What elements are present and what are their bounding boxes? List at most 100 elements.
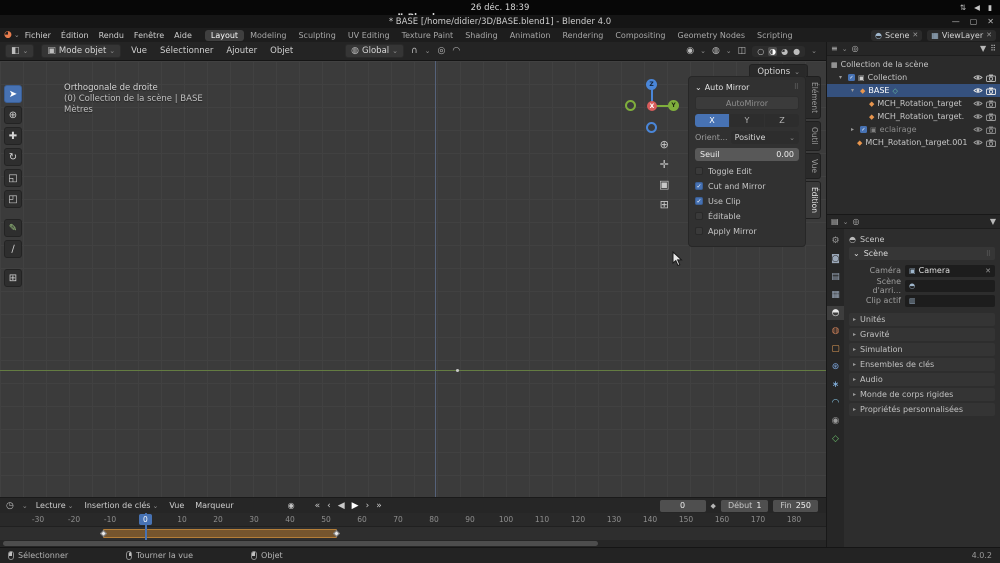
tab-physics[interactable]: ◠ xyxy=(827,396,844,410)
minimize-button[interactable]: — xyxy=(952,17,960,26)
jump-end-button[interactable]: » xyxy=(376,501,382,511)
shading-wireframe-icon[interactable]: ○ xyxy=(756,47,765,56)
keyframe-range-bar[interactable] xyxy=(103,529,337,538)
chevron-down-icon[interactable]: ⌄ xyxy=(726,47,732,55)
current-frame-field[interactable]: 0 xyxy=(659,499,706,512)
shading-rendered-icon[interactable]: ● xyxy=(792,47,801,56)
chevron-down-icon[interactable]: ⌄ xyxy=(811,47,817,55)
menu-vue[interactable]: Vue xyxy=(128,46,150,56)
eye-icon[interactable] xyxy=(973,87,983,94)
battery-icon[interactable]: ▮ xyxy=(988,3,992,12)
current-frame-badge[interactable]: 0 xyxy=(139,514,152,525)
axis-x-button[interactable]: X xyxy=(695,114,729,127)
workspace-tab[interactable]: Sculpting xyxy=(292,30,341,41)
editor-outliner-icon[interactable]: ≡ xyxy=(831,44,838,53)
editable-checkbox[interactable] xyxy=(695,212,703,220)
menu-rendu[interactable]: Rendu xyxy=(94,31,129,40)
section-scene-header[interactable]: ⌄ Scène ⠿ xyxy=(849,247,995,260)
timeline-ruler[interactable]: -30-20-100102030405060708090100110120130… xyxy=(0,513,826,527)
exclude-checkbox[interactable]: ✓ xyxy=(848,74,855,81)
workspace-tab[interactable]: Modeling xyxy=(244,30,292,41)
menu-fichier[interactable]: Fichier xyxy=(20,31,56,40)
workspace-tab[interactable]: Shading xyxy=(459,30,504,41)
chevron-down-icon[interactable]: ⌄ xyxy=(22,502,28,510)
viewport-3d[interactable]: Orthogonale de droite (0) Collection de … xyxy=(0,61,826,497)
gizmo-y-negative-handle[interactable] xyxy=(625,100,636,111)
volume-icon[interactable]: ◀ xyxy=(974,3,980,12)
disclosure-icon[interactable]: ▸ xyxy=(851,126,857,133)
section-proprietes-perso[interactable]: ▸ Propriétés personnalisées xyxy=(849,403,995,416)
search-icon[interactable]: ◎ xyxy=(852,44,859,53)
exclude-checkbox[interactable]: ✓ xyxy=(860,126,867,133)
disclosure-icon[interactable]: ▾ xyxy=(839,74,845,81)
outliner-row-selected[interactable]: ▾ ◆ BASE ◇ xyxy=(827,84,1000,97)
toggle-edit-checkbox[interactable] xyxy=(695,167,703,175)
menu-marqueur[interactable]: Marqueur xyxy=(195,501,233,510)
play-button[interactable]: ▶ xyxy=(352,501,359,511)
outliner-row[interactable]: ▾ ✓ ▣ Collection xyxy=(827,71,1000,84)
workspace-tab[interactable]: Layout xyxy=(204,29,245,41)
orientation-selector[interactable]: ◍ Global ⌄ xyxy=(345,44,405,58)
axis-z-button[interactable]: Z xyxy=(765,114,799,127)
workspace-tab[interactable]: Rendering xyxy=(556,30,609,41)
tab-output[interactable]: ▤ xyxy=(827,270,844,284)
transform-tool-button[interactable]: ◰ xyxy=(4,190,22,208)
shading-solid-icon[interactable]: ◑ xyxy=(768,46,778,56)
rotate-tool-button[interactable]: ↻ xyxy=(4,148,22,166)
ortho-toggle-icon[interactable]: ⊞ xyxy=(659,199,669,211)
remove-viewlayer-icon[interactable]: ✕ xyxy=(986,31,992,39)
navigation-gizmo[interactable]: Z Y X xyxy=(625,79,679,133)
close-button[interactable]: ✕ xyxy=(987,17,994,26)
activities-button[interactable]: Activités xyxy=(403,0,439,3)
tab-object-data[interactable]: ◇ xyxy=(827,432,844,446)
frame-start-field[interactable]: Début 1 xyxy=(720,499,769,512)
camera-icon[interactable] xyxy=(986,100,996,108)
eye-icon[interactable] xyxy=(973,74,983,81)
tab-scene[interactable]: ◓ xyxy=(827,306,844,320)
xray-toggle-icon[interactable]: ◫ xyxy=(738,46,747,56)
filter-icon[interactable]: ▼ xyxy=(980,44,986,53)
chevron-down-icon[interactable]: ⌄ xyxy=(425,47,431,55)
outliner-row[interactable]: ◆ MCH_Rotation_target xyxy=(827,97,1000,110)
viewlayer-selector[interactable]: ▦ ViewLayer ✕ xyxy=(927,29,996,41)
gizmo-x-handle[interactable]: X xyxy=(647,101,657,111)
sidebar-tab-outil[interactable]: Outil xyxy=(806,121,821,151)
scrollbar-thumb[interactable] xyxy=(3,541,598,546)
zoom-icon[interactable]: ⊕ xyxy=(659,139,669,151)
unlink-scene-icon[interactable]: ✕ xyxy=(912,31,918,39)
tab-render[interactable]: ◙ xyxy=(827,252,844,266)
menu-fenetre[interactable]: Fenêtre xyxy=(129,31,169,40)
camera-icon[interactable] xyxy=(986,74,996,82)
network-icon[interactable]: ⇅ xyxy=(960,3,966,12)
clear-icon[interactable]: ✕ xyxy=(985,267,991,275)
cut-and-mirror-checkbox[interactable]: ✓ xyxy=(695,182,703,190)
sidebar-tab-vue[interactable]: Vue xyxy=(806,152,821,179)
menu-lecture[interactable]: Lecture ⌄ xyxy=(36,501,74,510)
blender-logo-icon[interactable]: ◕ xyxy=(4,30,12,40)
section-audio[interactable]: ▸ Audio xyxy=(849,373,995,386)
falloff-icon[interactable]: ◠ xyxy=(452,46,460,56)
workspace-tab[interactable]: Geometry Nodes xyxy=(672,30,751,41)
sidebar-tab-edition[interactable]: Édition xyxy=(806,180,821,219)
tab-world[interactable]: ◍ xyxy=(827,324,844,338)
workspace-tab[interactable]: Texture Paint xyxy=(396,30,460,41)
timeline-scrollbar[interactable] xyxy=(0,540,826,547)
gizmo-z-handle[interactable]: Z xyxy=(646,79,657,90)
automirror-button[interactable]: AutoMirror xyxy=(695,96,799,110)
eye-icon[interactable] xyxy=(973,113,983,120)
collapse-arrow-icon[interactable]: ⌄ xyxy=(695,83,702,92)
disclosure-icon[interactable]: ▾ xyxy=(851,87,857,94)
overlays-icon[interactable]: ◍ xyxy=(712,46,720,56)
camera-icon[interactable] xyxy=(986,139,996,147)
apply-mirror-checkbox[interactable] xyxy=(695,227,703,235)
section-unites[interactable]: ▸ Unités xyxy=(849,313,995,326)
eye-icon[interactable] xyxy=(973,100,983,107)
scene-selector[interactable]: ◓ Scene ✕ xyxy=(871,29,923,41)
section-gravite[interactable]: ▸ Gravité xyxy=(849,328,995,341)
workspace-tab[interactable]: Animation xyxy=(504,30,557,41)
use-clip-checkbox[interactable]: ✓ xyxy=(695,197,703,205)
gizmo-y-handle[interactable]: Y xyxy=(668,100,679,111)
chevron-down-icon[interactable]: ⌄ xyxy=(700,47,706,55)
eye-icon[interactable] xyxy=(973,139,983,146)
record-icon[interactable]: ◉ xyxy=(288,501,295,510)
